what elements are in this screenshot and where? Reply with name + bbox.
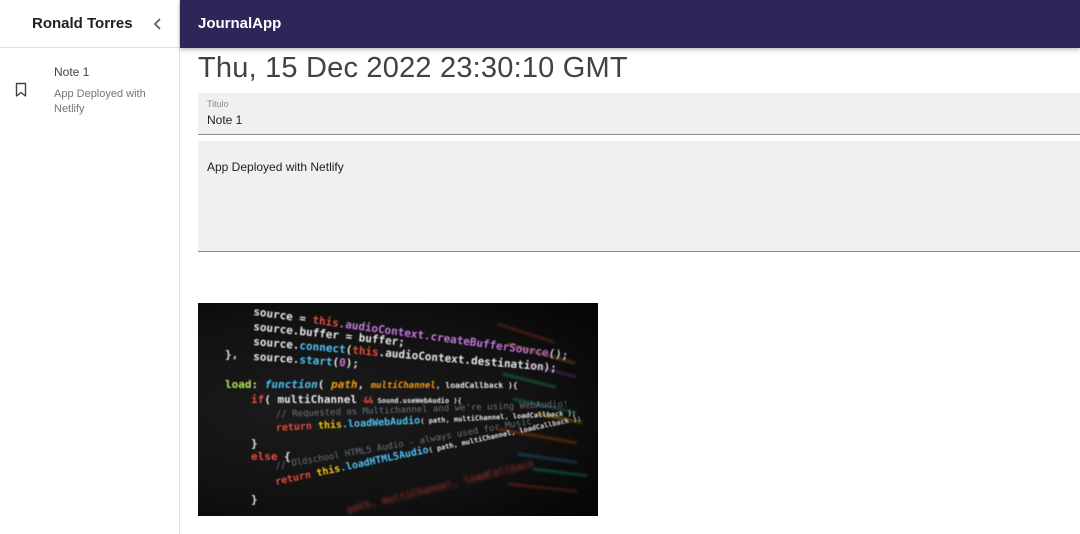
- note-date: Thu, 15 Dec 2022 23:30:10 GMT: [198, 52, 628, 84]
- body-field[interactable]: App Deployed with Netlify: [198, 141, 1080, 252]
- user-name: Ronald Torres: [32, 15, 133, 32]
- app-title: JournalApp: [198, 15, 282, 32]
- note-title: Note 1: [54, 65, 90, 79]
- title-input[interactable]: [207, 113, 1067, 127]
- note-preview: App Deployed with Netlify: [54, 88, 146, 115]
- bookmark-icon: [14, 82, 28, 98]
- title-field[interactable]: Titulo: [198, 93, 1080, 135]
- sidebar-header: Ronald Torres: [0, 0, 179, 48]
- title-label: Titulo: [207, 99, 229, 109]
- chevron-left-icon[interactable]: [148, 12, 168, 36]
- body-textarea[interactable]: App Deployed with Netlify: [207, 160, 1067, 240]
- sidebar: Ronald Torres Note 1 App Deployed with N…: [0, 0, 180, 534]
- top-bar: JournalApp: [180, 0, 1080, 48]
- journal-app: Ronald Torres Note 1 App Deployed with N…: [0, 0, 1080, 534]
- note-image: source = this.audioContext.createBufferS…: [198, 303, 598, 516]
- sidebar-note-item[interactable]: Note 1 App Deployed with Netlify: [0, 48, 179, 128]
- note-editor: Thu, 15 Dec 2022 23:30:10 GMT Titulo App…: [180, 48, 1080, 534]
